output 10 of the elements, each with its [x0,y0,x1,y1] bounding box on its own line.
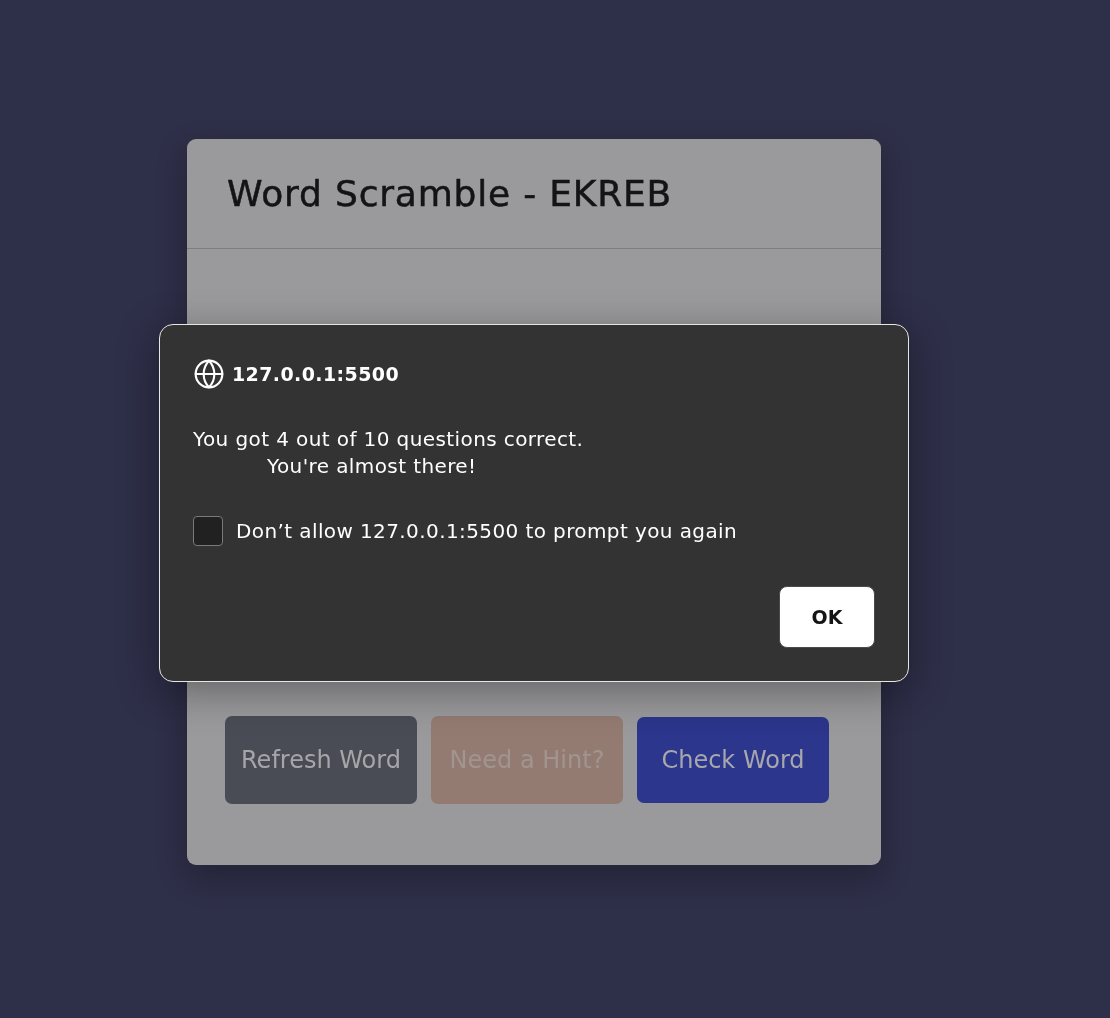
checkbox[interactable] [193,516,223,546]
refresh-button[interactable]: Refresh Word [225,716,417,804]
dialog-message: You got 4 out of 10 questions correct. [193,426,584,453]
ok-button[interactable]: OK [779,586,875,648]
checkbox-label: Don’t allow 127.0.0.1:5500 to prompt you again [236,519,738,543]
game-title: Word Scramble - EKREB [227,173,673,214]
dialog-origin: 127.0.0.1:5500 [232,363,400,385]
dialog-message: You're almost there! [267,453,477,480]
check-button[interactable]: Check Word [637,717,829,803]
globe-icon [193,358,225,390]
